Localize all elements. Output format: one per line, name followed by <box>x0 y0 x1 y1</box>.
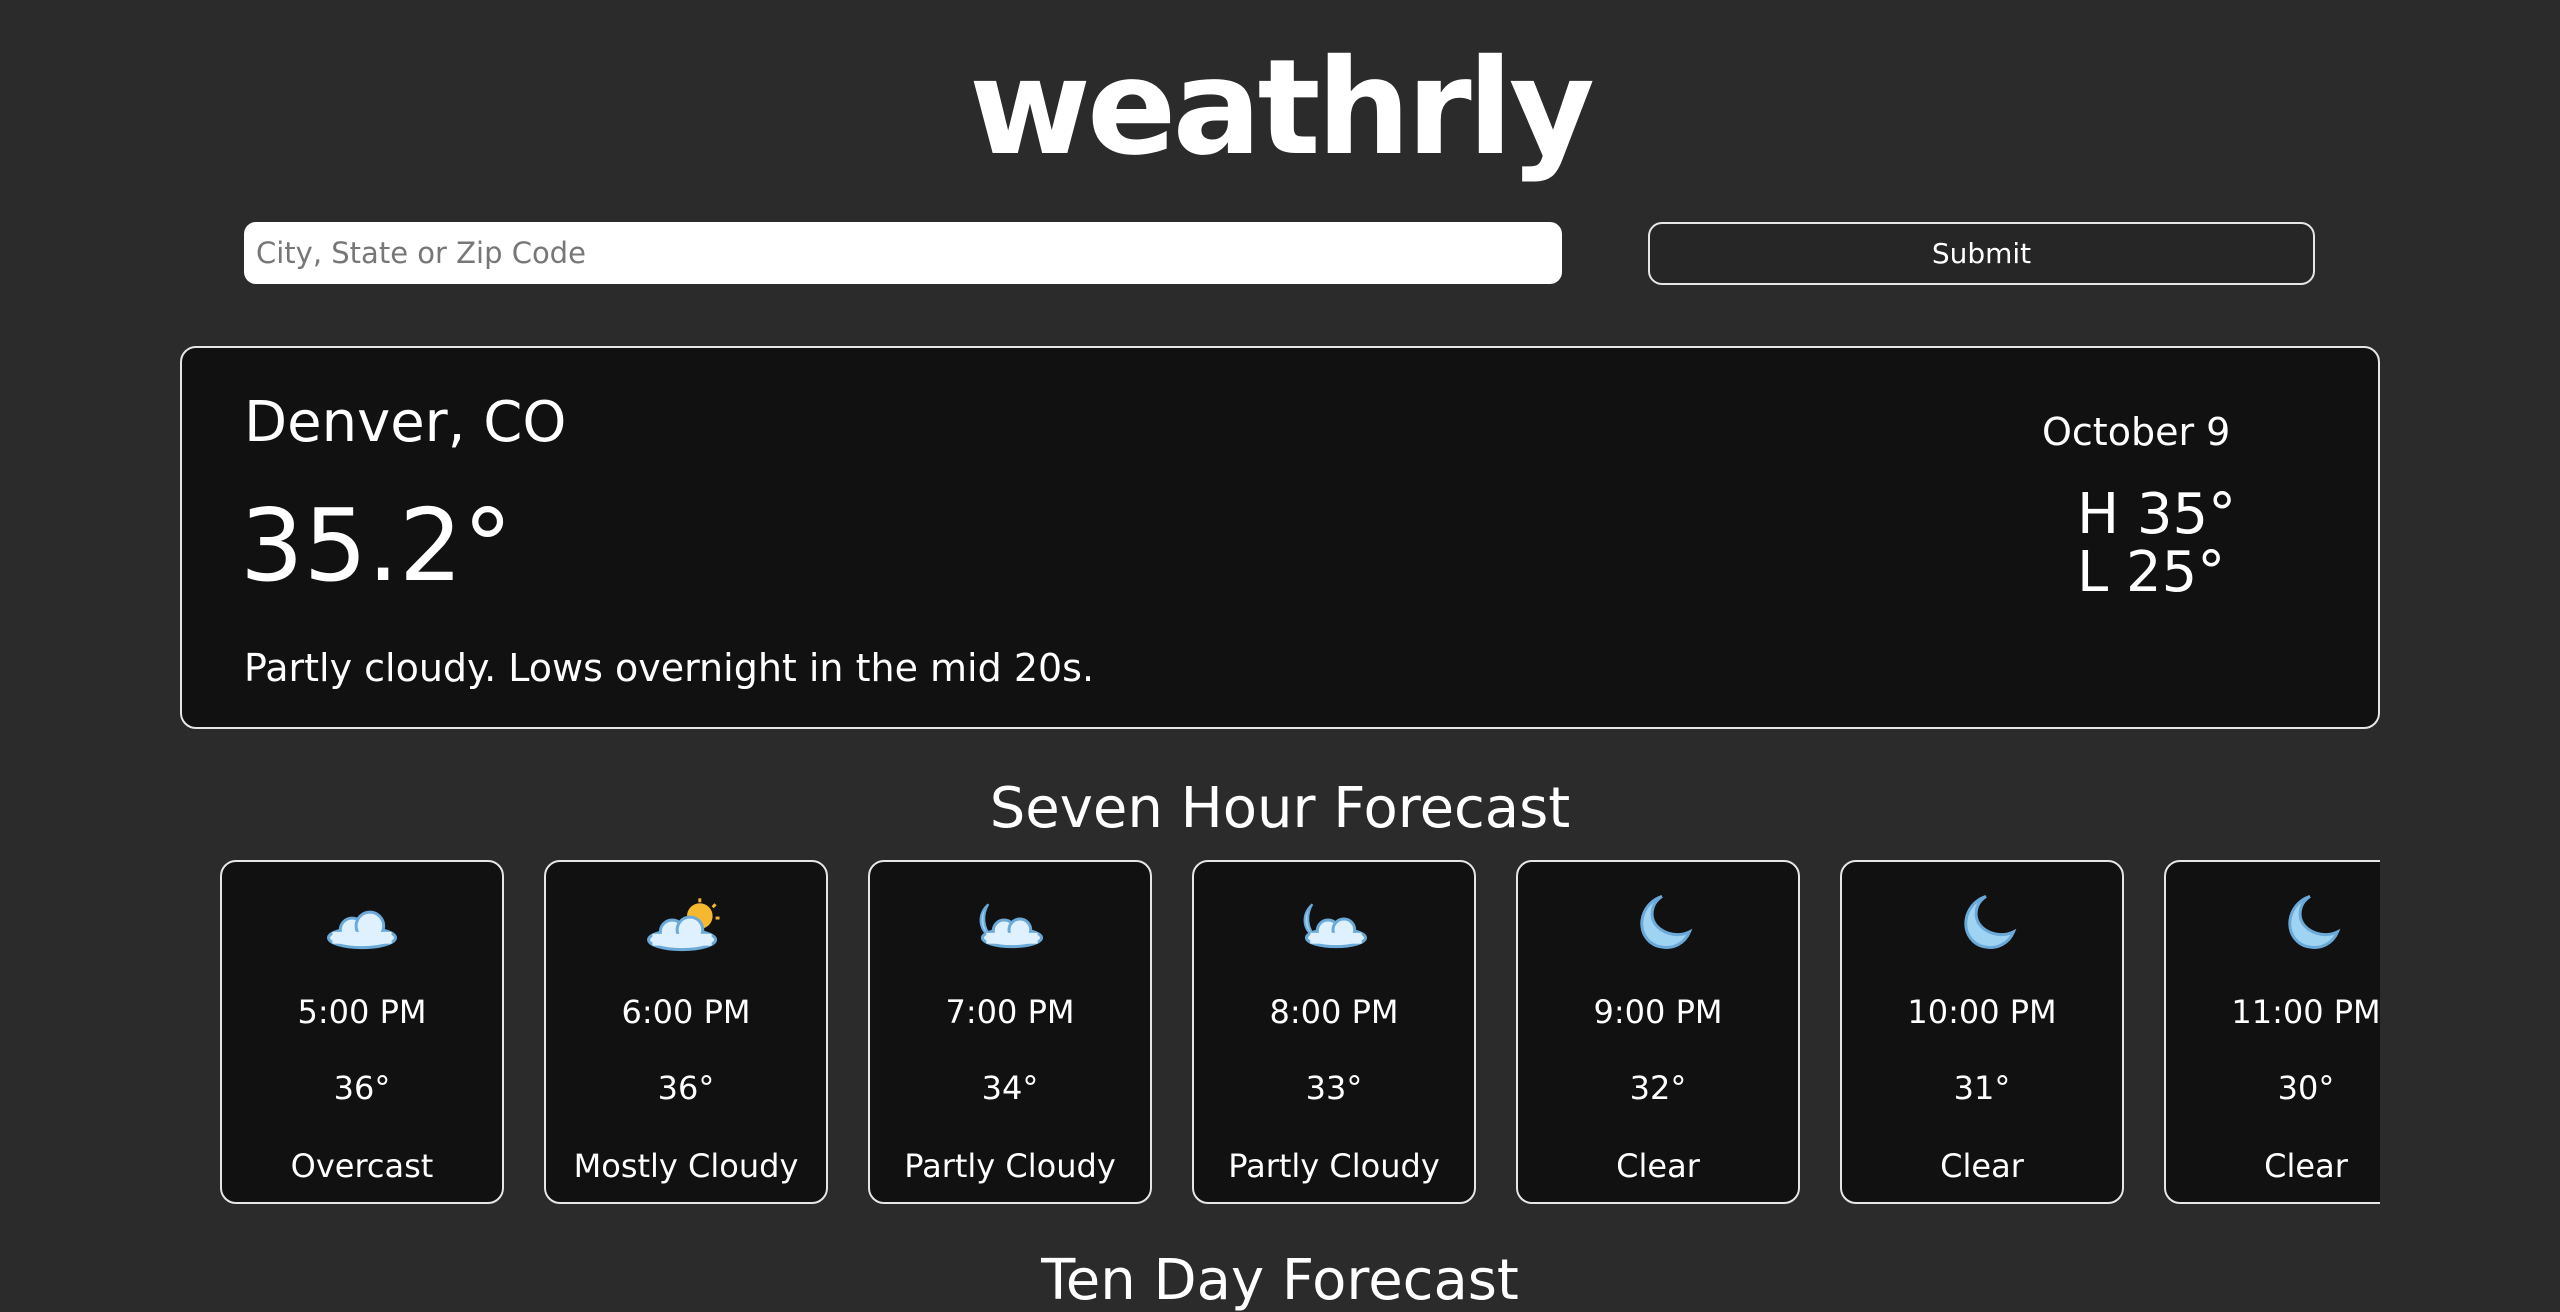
crescent-moon-icon <box>1964 894 2017 949</box>
app-title: weathrly <box>968 31 1595 185</box>
hour-temperature: 36° <box>657 1069 715 1107</box>
cloud-icon <box>327 910 397 950</box>
hour-condition: Clear <box>1616 1147 1700 1185</box>
high-low: H 35° L 25° <box>2077 486 2236 602</box>
hour-time: 7:00 PM <box>945 993 1075 1031</box>
hour-time: 6:00 PM <box>621 993 751 1031</box>
hour-time: 11:00 PM <box>2231 993 2380 1031</box>
moon-cloud-icon <box>979 903 1044 949</box>
hourly-card: 8:00 PM 33° Partly Cloudy <box>1192 860 1476 1204</box>
crescent-moon-icon <box>1640 894 1693 949</box>
hour-temperature: 36° <box>333 1069 391 1107</box>
current-temperature: 35.2° <box>240 487 513 604</box>
hour-temperature: 34° <box>981 1069 1039 1107</box>
hour-temperature: 31° <box>1953 1069 2011 1107</box>
ten-day-forecast-title: Ten Day Forecast <box>1041 1248 1519 1312</box>
current-date: October 9 <box>2042 410 2231 454</box>
hour-time: 9:00 PM <box>1593 993 1723 1031</box>
hourly-forecast-list[interactable]: 5:00 PM 36° Overcast 6:00 PM 36° Mostly … <box>220 860 2380 1205</box>
hour-condition: Mostly Cloudy <box>573 1147 799 1185</box>
hour-temperature: 33° <box>1305 1069 1363 1107</box>
hour-temperature: 32° <box>1629 1069 1687 1107</box>
weather-summary: Partly cloudy. Lows overnight in the mid… <box>244 646 1095 690</box>
hour-temperature: 30° <box>2277 1069 2335 1107</box>
hour-condition: Overcast <box>290 1147 434 1185</box>
hour-condition: Clear <box>2264 1147 2348 1185</box>
moon-cloud-icon <box>1303 903 1368 949</box>
search-input[interactable] <box>244 222 1562 284</box>
hourly-card: 10:00 PM 31° Clear <box>1840 860 2124 1204</box>
hour-time: 8:00 PM <box>1269 993 1399 1031</box>
hour-condition: Partly Cloudy <box>904 1147 1116 1185</box>
hourly-forecast-title: Seven Hour Forecast <box>989 776 1571 841</box>
hour-condition: Clear <box>1940 1147 2024 1185</box>
hour-time: 5:00 PM <box>297 993 427 1031</box>
hourly-card: 7:00 PM 34° Partly Cloudy <box>868 860 1152 1204</box>
crescent-moon-icon <box>2288 894 2341 949</box>
location-name: Denver, CO <box>244 390 567 455</box>
current-weather-card: Denver, CO 35.2° Partly cloudy. Lows ove… <box>180 346 2380 729</box>
hour-time: 10:00 PM <box>1907 993 2057 1031</box>
hour-condition: Partly Cloudy <box>1228 1147 1440 1185</box>
hourly-card: 11:00 PM 30° Clear <box>2164 860 2380 1204</box>
sun-behind-cloud-icon <box>647 898 720 952</box>
submit-button[interactable]: Submit <box>1648 222 2315 285</box>
low-temperature: L 25° <box>2077 540 2226 605</box>
weathrly-page: weathrly Submit Denver, CO 35.2° Partly … <box>0 0 2560 1312</box>
hourly-card: 5:00 PM 36° Overcast <box>220 860 504 1204</box>
hourly-card: 9:00 PM 32° Clear <box>1516 860 1800 1204</box>
high-temperature: H 35° <box>2077 482 2237 547</box>
hourly-card: 6:00 PM 36° Mostly Cloudy <box>544 860 828 1204</box>
